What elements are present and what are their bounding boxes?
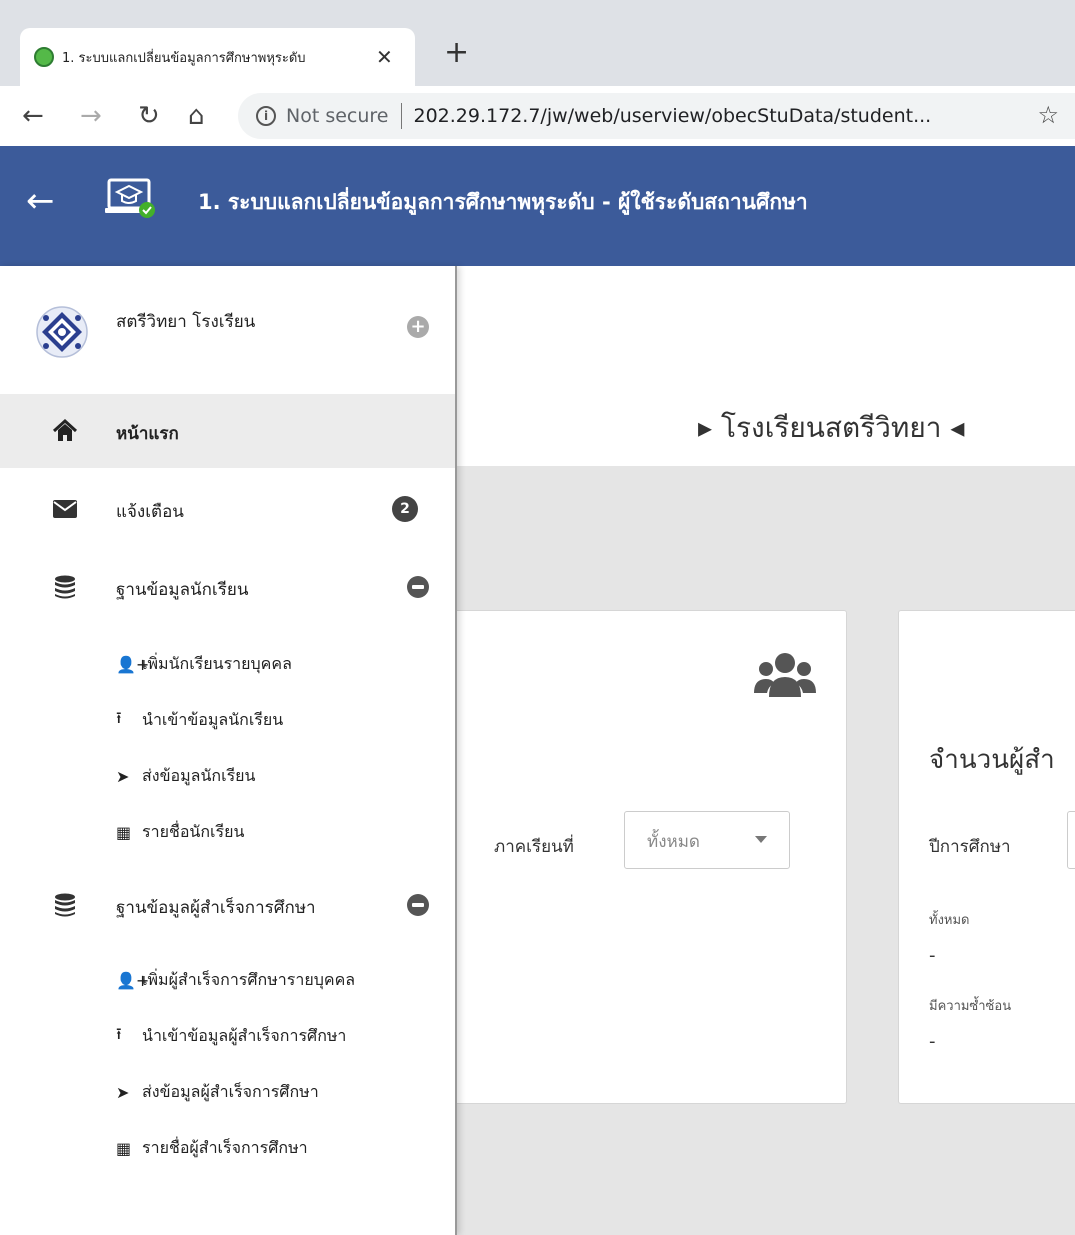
sidebar-item-label: ฐานข้อมูลนักเรียน: [116, 580, 249, 600]
sidebar-subitem-student-list[interactable]: ▦ รายชื่อนักเรียน: [116, 812, 244, 852]
browser-tabstrip: 1. ระบบแลกเปลี่ยนข้อมูลการศึกษาพหุระดับ …: [0, 0, 1075, 86]
sidebar-subitem-graduate-list[interactable]: ▦ รายชื่อผู้สำเร็จการศึกษา: [116, 1128, 308, 1168]
bookmark-star-icon[interactable]: ☆: [1037, 101, 1059, 129]
sidebar-subitem-add-student[interactable]: 👤+ เพิ่มนักเรียนรายบุคคล: [116, 644, 292, 684]
stat-duplicate-label: มีความซ้ำซ้อน: [929, 999, 1012, 1014]
app-logo-icon: [105, 178, 155, 218]
sidebar-item-label: ฐานข้อมูลผู้สำเร็จการศึกษา: [116, 898, 316, 918]
user-plus-icon: 👤+: [116, 970, 150, 990]
upload-icon: ⭱: [116, 707, 122, 727]
sidebar-subitem-label: นำเข้าข้อมูลนักเรียน: [142, 709, 284, 729]
school-logo-icon: [36, 306, 88, 358]
sidebar-subitem-label: ส่งข้อมูลนักเรียน: [142, 765, 256, 785]
graduate-card-title: จำนวนผู้สำ: [929, 745, 1055, 775]
sidebar-subitem-label: เพิ่มนักเรียนรายบุคคล: [142, 653, 292, 673]
sidebar-subitem-label: รายชื่อนักเรียน: [142, 821, 245, 841]
semester-select[interactable]: ทั้งหมด: [624, 811, 790, 869]
send-icon: ➤: [116, 766, 130, 786]
sidebar-subitem-send-student[interactable]: ➤ ส่งข้อมูลนักเรียน: [116, 756, 255, 796]
sidebar-subitem-add-graduate[interactable]: 👤+ เพิ่มผู้สำเร็จการศึกษารายบุคคล: [116, 960, 355, 1000]
profile-name[interactable]: สตรีวิทยา โรงเรียน: [116, 308, 255, 335]
sidebar-subitem-label: ส่งข้อมูลผู้สำเร็จการศึกษา: [142, 1081, 319, 1101]
sidebar-subitem-label: รายชื่อผู้สำเร็จการศึกษา: [142, 1137, 308, 1157]
sidebar-subitem-import-graduate[interactable]: ⭱ นำเข้าข้อมูลผู้สำเร็จการศึกษา: [116, 1016, 346, 1056]
browser-toolbar: ← → ↻ ⌂ i Not secure 202.29.172.7/jw/web…: [0, 86, 1075, 146]
table-icon: ▦: [116, 822, 132, 842]
sidebar-item-graduate-database[interactable]: ฐานข้อมูลผู้สำเร็จการศึกษา: [0, 868, 455, 942]
sidebar-subitem-label: นำเข้าข้อมูลผู้สำเร็จการศึกษา: [142, 1025, 347, 1045]
back-icon[interactable]: ←: [22, 96, 44, 136]
app-header: ← 1. ระบบแลกเปลี่ยนข้อมูลการศึกษาพหุระดั…: [0, 146, 1075, 266]
app-title: 1. ระบบแลกเปลี่ยนข้อมูลการศึกษาพหุระดับ …: [198, 190, 808, 214]
database-icon: [55, 575, 75, 599]
tab-title: 1. ระบบแลกเปลี่ยนข้อมูลการศึกษาพหุระดับ: [62, 50, 306, 66]
sidebar-item-student-database[interactable]: ฐานข้อมูลนักเรียน: [0, 550, 455, 624]
browser-tab[interactable]: 1. ระบบแลกเปลี่ยนข้อมูลการศึกษาพหุระดับ …: [20, 28, 415, 86]
table-icon: ▦: [116, 1138, 132, 1158]
year-select[interactable]: [1067, 811, 1075, 869]
url-text[interactable]: 202.29.172.7/jw/web/userview/obecStuData…: [414, 105, 932, 127]
sidebar-subitem-label: เพิ่มผู้สำเร็จการศึกษารายบุคคล: [142, 969, 356, 989]
upload-icon: ⭱: [116, 1023, 122, 1043]
reload-icon[interactable]: ↻: [138, 96, 160, 136]
info-icon[interactable]: i: [256, 106, 276, 126]
sidebar: สตรีวิทยา โรงเรียน + หน้าแรก แจ้งเตือน 2…: [0, 266, 457, 1235]
close-tab-icon[interactable]: ✕: [376, 45, 393, 69]
sidebar-item-label: แจ้งเตือน: [116, 502, 184, 522]
chevron-down-icon: [755, 836, 767, 843]
sidebar-item-home[interactable]: หน้าแรก: [0, 394, 455, 468]
graduate-stats-card: จำนวนผู้สำ ปีการศึกษา ทั้งหมด - มีความซ้…: [898, 610, 1075, 1104]
users-icon: [754, 653, 816, 697]
expand-profile-icon[interactable]: +: [407, 316, 429, 338]
send-icon: ➤: [116, 1082, 130, 1102]
year-label: ปีการศึกษา: [929, 837, 1011, 857]
envelope-icon: [53, 500, 77, 518]
semester-select-value: ทั้งหมด: [647, 832, 700, 852]
semester-label: ภาคเรียนที่: [494, 837, 574, 857]
sidebar-item-notifications[interactable]: แจ้งเตือน 2: [0, 472, 455, 546]
user-plus-icon: 👤+: [116, 654, 150, 674]
notification-count-badge: 2: [392, 496, 418, 522]
address-bar[interactable]: i Not secure 202.29.172.7/jw/web/uservie…: [238, 93, 1075, 139]
profile-section: สตรีวิทยา โรงเรียน +: [0, 266, 455, 390]
security-label: Not secure: [286, 105, 389, 127]
sidebar-subitem-import-student[interactable]: ⭱ นำเข้าข้อมูลนักเรียน: [116, 700, 283, 740]
school-title: ▸ โรงเรียนสตรีวิทยา ◂: [698, 411, 965, 444]
stat-total-label: ทั้งหมด: [929, 913, 970, 928]
address-divider: [400, 103, 402, 129]
back-arrow-icon[interactable]: ←: [26, 181, 55, 221]
stat-total-value: -: [929, 945, 936, 966]
new-tab-button[interactable]: +: [444, 38, 469, 68]
collapse-icon[interactable]: [407, 894, 429, 916]
home-icon: [52, 418, 78, 441]
collapse-icon[interactable]: [407, 576, 429, 598]
database-icon: [55, 893, 75, 917]
sidebar-item-label: หน้าแรก: [116, 424, 179, 444]
student-stats-card: ภาคเรียนที่ ทั้งหมด: [405, 610, 847, 1104]
home-icon[interactable]: ⌂: [188, 96, 205, 136]
favicon-icon: [34, 47, 54, 67]
stat-duplicate-value: -: [929, 1031, 936, 1052]
forward-icon[interactable]: →: [80, 96, 102, 136]
sidebar-subitem-send-graduate[interactable]: ➤ ส่งข้อมูลผู้สำเร็จการศึกษา: [116, 1072, 319, 1112]
